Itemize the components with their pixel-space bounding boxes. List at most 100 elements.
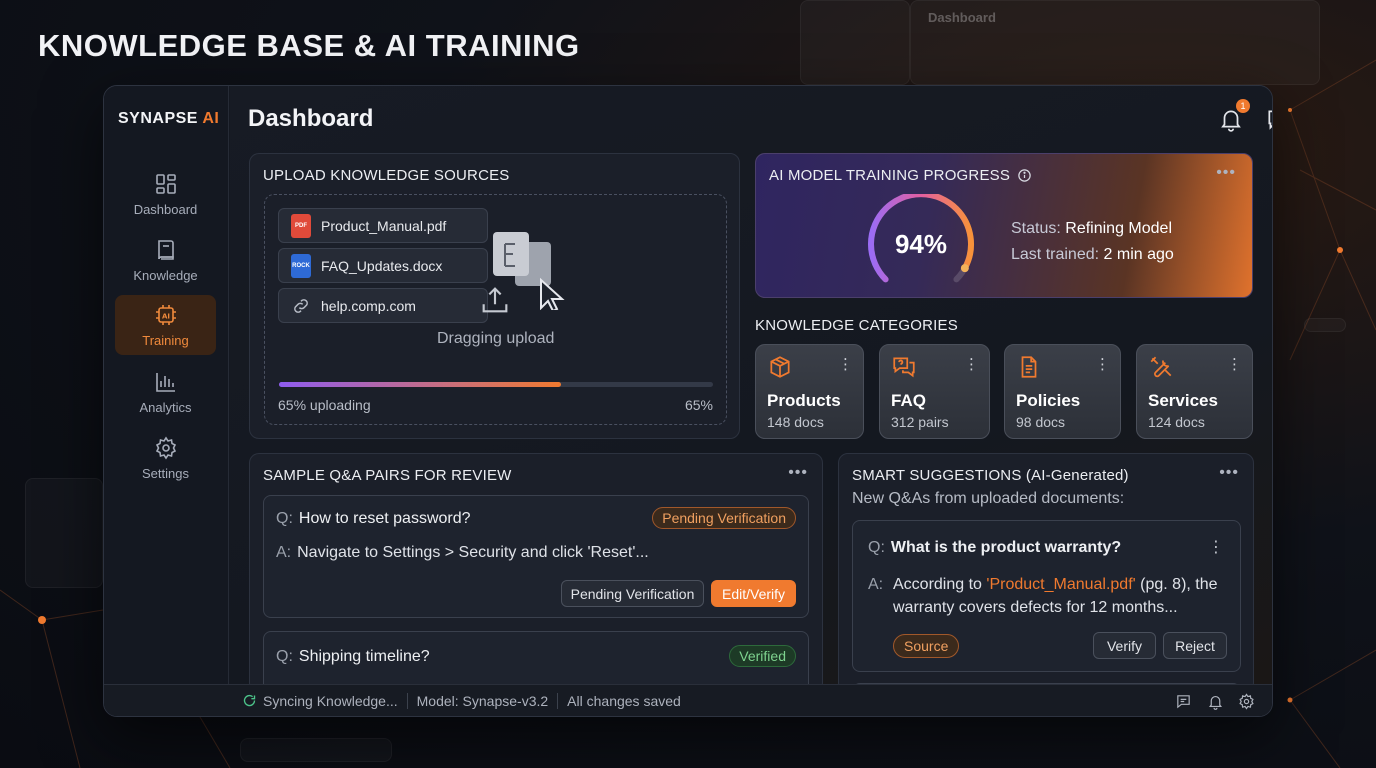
training-percent: 94% xyxy=(894,229,948,259)
suggestion-answer: A: According to 'Product_Manual.pdf' (pg… xyxy=(868,573,1228,619)
upload-card: UPLOAD KNOWLEDGE SOURCES PDF Product_Man… xyxy=(249,153,740,439)
chat-bubbles-icon xyxy=(893,357,915,378)
qa-review-card: SAMPLE Q&A PAIRS FOR REVIEW ••• Q: How to… xyxy=(249,453,823,693)
status-badge: Verified xyxy=(729,645,796,667)
training-card-title-wrap: AI MODEL TRAINING PROGRESS xyxy=(769,167,1032,184)
answer-text-wrap: According to 'Product_Manual.pdf' (pg. 8… xyxy=(868,573,1228,619)
qa-question: Q: How to reset password? xyxy=(276,510,471,528)
training-last-trained: Last trained: 2 min ago xyxy=(1011,246,1174,264)
dashboard-title: Dashboard xyxy=(248,105,374,132)
file-chip-pdf[interactable]: PDF Product_Manual.pdf xyxy=(278,208,488,243)
ghost-panel xyxy=(1304,318,1346,332)
model-version: Model: Synapse-v3.2 xyxy=(408,692,559,709)
question-text: What is the product warranty? xyxy=(890,539,1122,556)
ghost-dashboard-title: Dashboard xyxy=(928,10,996,25)
more-options-icon[interactable]: ••• xyxy=(788,464,808,482)
answer-prefix: A: xyxy=(868,576,884,593)
tools-icon xyxy=(1150,356,1172,378)
gear-icon[interactable] xyxy=(1238,693,1255,710)
ghost-panel xyxy=(240,738,392,762)
notification-count-badge: 1 xyxy=(1236,99,1250,113)
bar-chart-icon xyxy=(155,372,175,392)
verify-button[interactable]: Verify xyxy=(1093,632,1156,659)
training-progress-card: AI MODEL TRAINING PROGRESS ••• 94% Statu… xyxy=(755,153,1253,298)
drag-label: Dragging upload xyxy=(437,330,555,347)
qa-answer: A: Navigate to Settings > Security and cl… xyxy=(276,544,649,562)
file-name: help.comp.com xyxy=(321,297,416,314)
ai-chip-icon: AI xyxy=(155,304,176,325)
file-name: FAQ_Updates.docx xyxy=(321,257,443,274)
smart-suggestions-card: SMART SUGGESTIONS (AI-Generated) ••• New… xyxy=(838,453,1254,693)
pending-verification-button[interactable]: Pending Verification xyxy=(561,580,704,607)
answer-text: According to xyxy=(893,576,987,593)
sidebar-item-dashboard[interactable]: Dashboard xyxy=(115,164,216,224)
ghost-panel xyxy=(800,0,910,85)
category-card-policies[interactable]: ⋮ Policies 98 docs xyxy=(1004,344,1121,439)
status-badge: Pending Verification xyxy=(652,507,796,529)
status-label: Status: xyxy=(1011,220,1061,237)
link-icon xyxy=(294,298,308,313)
upload-card-title: UPLOAD KNOWLEDGE SOURCES xyxy=(263,167,510,184)
info-icon[interactable] xyxy=(1017,168,1032,183)
category-count: 148 docs xyxy=(767,414,824,430)
status-value: Refining Model xyxy=(1065,220,1172,237)
file-name: Product_Manual.pdf xyxy=(321,217,447,234)
more-options-icon[interactable]: ⋮ xyxy=(1227,355,1242,373)
sidebar-item-label: Analytics xyxy=(139,399,192,415)
sync-status: Syncing Knowledge... xyxy=(263,692,408,709)
pdf-file-icon: PDF xyxy=(291,213,311,238)
category-card-faq[interactable]: ⋮ FAQ 312 pairs xyxy=(879,344,990,439)
main-content: Dashboard 1 UPLOAD KNOWLEDGE SOURCES PDF… xyxy=(230,86,1272,716)
category-count: 312 pairs xyxy=(891,414,949,430)
more-options-icon[interactable]: ••• xyxy=(1216,164,1236,182)
logo-text: SYNAPSE xyxy=(118,110,198,127)
status-bar: Syncing Knowledge... Model: Synapse-v3.2… xyxy=(104,684,1272,716)
categories-title: KNOWLEDGE CATEGORIES xyxy=(755,317,958,334)
sidebar-item-label: Knowledge xyxy=(133,267,198,283)
upload-icon xyxy=(482,287,508,313)
logo-accent: AI xyxy=(202,110,220,127)
more-options-icon[interactable]: ••• xyxy=(1219,464,1239,482)
sidebar-item-label: Training xyxy=(142,332,189,348)
app-logo: SYNAPSE AI xyxy=(118,110,219,128)
qa-question: Q: Shipping timeline? xyxy=(276,648,430,666)
sidebar-item-training[interactable]: AI Training xyxy=(115,295,216,355)
upload-progress-bar xyxy=(279,382,713,387)
upload-dropzone[interactable]: PDF Product_Manual.pdf ROCK FAQ_Updates.… xyxy=(264,194,727,425)
suggestions-subtitle: New Q&As from uploaded documents: xyxy=(852,490,1125,507)
more-options-icon[interactable]: ⋮ xyxy=(964,355,979,373)
svg-text:AI: AI xyxy=(161,312,169,320)
save-status: All changes saved xyxy=(567,692,681,709)
suggestion-item[interactable]: Q: What is the product warranty? ⋮ A: Acc… xyxy=(852,520,1241,672)
bell-icon[interactable] xyxy=(1207,693,1224,710)
more-options-icon[interactable]: ⋮ xyxy=(1208,537,1224,557)
answer-source-link[interactable]: 'Product_Manual.pdf' xyxy=(986,576,1135,593)
source-badge[interactable]: Source xyxy=(893,634,960,658)
upload-progress-percent: 65% xyxy=(684,397,713,413)
chat-icon[interactable] xyxy=(1175,693,1192,710)
file-chip-docx[interactable]: ROCK FAQ_Updates.docx xyxy=(278,248,488,283)
question-prefix: Q: xyxy=(868,539,885,556)
sidebar-item-knowledge[interactable]: Knowledge xyxy=(115,230,216,290)
sidebar-item-analytics[interactable]: Analytics xyxy=(115,362,216,422)
category-name: Products xyxy=(767,391,841,410)
message-icon[interactable] xyxy=(1265,106,1273,132)
qa-item[interactable]: Q: How to reset password? Pending Verific… xyxy=(263,495,809,618)
sidebar-item-settings[interactable]: Settings xyxy=(115,428,216,488)
more-options-icon[interactable]: ⋮ xyxy=(838,355,853,373)
file-chip-link[interactable]: help.comp.com xyxy=(278,288,488,323)
page-title: KNOWLEDGE BASE & AI TRAINING xyxy=(38,28,580,63)
edit-verify-button[interactable]: Edit/Verify xyxy=(711,580,796,607)
category-name: FAQ xyxy=(891,391,926,410)
box-icon xyxy=(770,356,790,378)
question-text: How to reset password? xyxy=(298,510,471,527)
category-card-products[interactable]: ⋮ Products 148 docs xyxy=(755,344,864,439)
category-name: Policies xyxy=(1016,391,1081,410)
answer-prefix: A: xyxy=(276,544,292,561)
document-icon xyxy=(1021,356,1037,378)
more-options-icon[interactable]: ⋮ xyxy=(1095,355,1110,373)
suggestions-card-title: SMART SUGGESTIONS (AI-Generated) xyxy=(852,467,1129,484)
category-card-services[interactable]: ⋮ Services 124 docs xyxy=(1136,344,1253,439)
reject-button[interactable]: Reject xyxy=(1163,632,1227,659)
sidebar-item-label: Dashboard xyxy=(133,201,198,217)
